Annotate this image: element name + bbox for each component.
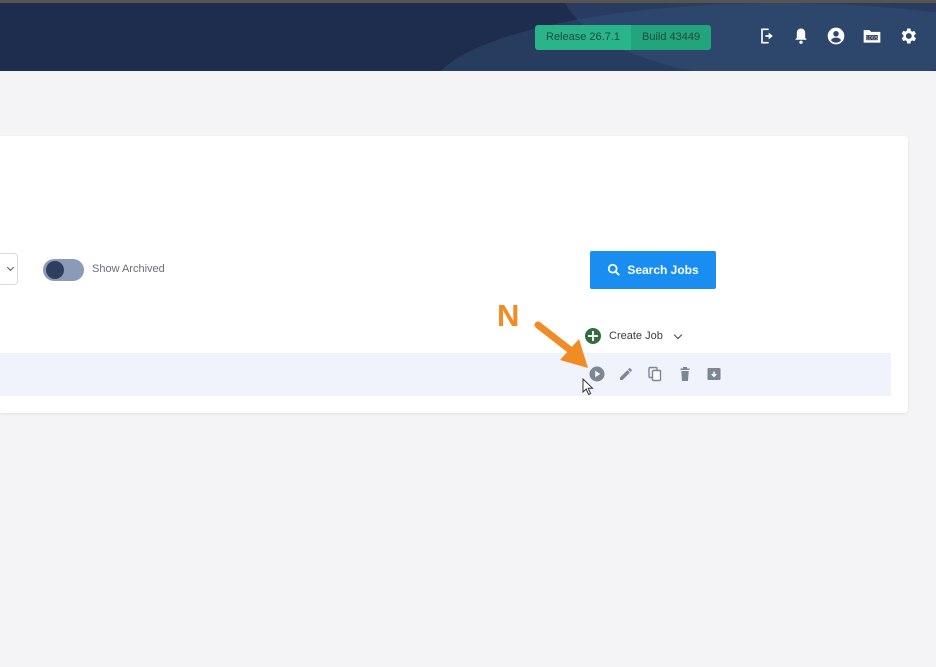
toggle-knob (46, 261, 64, 279)
logout-icon[interactable] (756, 25, 778, 47)
bell-icon[interactable] (790, 25, 812, 47)
annotation-arrow-icon (534, 321, 588, 368)
gear-icon[interactable] (897, 25, 919, 47)
release-badge: Release 26.7.1 (535, 25, 631, 50)
create-job-label: Create Job (609, 330, 663, 342)
build-badge: Build 43449 (631, 25, 712, 50)
version-badges: Release 26.7.1 Build 43449 (535, 25, 712, 50)
archive-icon[interactable] (706, 366, 722, 382)
search-jobs-label: Search Jobs (627, 263, 699, 277)
edit-pencil-icon[interactable] (618, 366, 634, 382)
trash-icon[interactable] (677, 366, 693, 382)
chevron-down-icon (6, 263, 15, 272)
show-archived-toggle[interactable] (43, 259, 84, 281)
logs-folder-icon[interactable]: LOGS (860, 25, 884, 47)
chevron-down-icon (673, 330, 683, 339)
copy-icon[interactable] (647, 366, 663, 382)
mouse-cursor-icon (582, 378, 594, 396)
table-row[interactable] (0, 353, 891, 396)
user-circle-icon[interactable] (825, 25, 847, 47)
show-archived-label: Show Archived (92, 263, 165, 275)
search-jobs-button[interactable]: Search Jobs (590, 251, 716, 289)
search-icon (608, 263, 621, 276)
annotation-letter: N (497, 298, 520, 333)
filter-select[interactable] (0, 253, 18, 285)
logs-icon-text: LOGS (866, 35, 878, 40)
